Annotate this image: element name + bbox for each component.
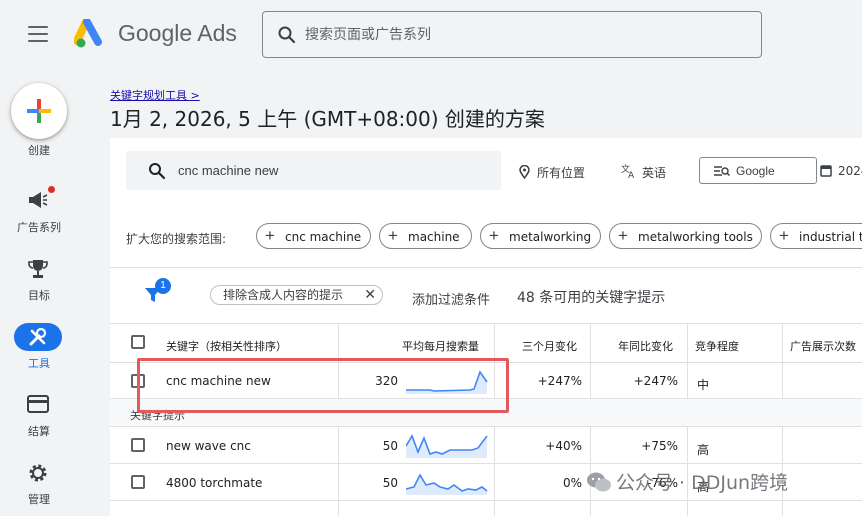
gear-icon[interactable] bbox=[27, 462, 49, 484]
megaphone-icon[interactable] bbox=[27, 190, 49, 210]
expand-chip[interactable]: +industrial to bbox=[770, 223, 862, 249]
notification-dot bbox=[48, 186, 55, 193]
nav-campaigns-label[interactable]: 广告系列 bbox=[0, 219, 78, 235]
row-avg: 50 bbox=[382, 476, 398, 490]
wrench-icon bbox=[29, 327, 47, 346]
row-three-month: +40% bbox=[545, 439, 582, 453]
credit-card-icon[interactable] bbox=[27, 395, 49, 413]
col-avg-searches[interactable]: 平均每月搜索量 bbox=[402, 338, 479, 354]
row-competition: 中 bbox=[697, 378, 710, 392]
breadcrumb[interactable]: 关键字规划工具 > bbox=[110, 87, 200, 103]
row-keyword: new wave cnc bbox=[166, 439, 251, 453]
sparkline bbox=[406, 473, 488, 495]
search-icon bbox=[278, 26, 296, 44]
nav-tools-label[interactable]: 工具 bbox=[0, 355, 78, 371]
select-all-checkbox[interactable] bbox=[131, 335, 145, 349]
nav-create-label: 创建 bbox=[28, 144, 50, 157]
google-ads-logo bbox=[74, 19, 102, 48]
wechat-icon bbox=[587, 472, 611, 492]
global-search-input[interactable] bbox=[305, 22, 745, 48]
keyword-count: 48 条可用的关键字提示 bbox=[517, 290, 666, 306]
page-title: 1月 2, 2026, 5 上午 (GMT+08:00) 创建的方案 bbox=[110, 107, 545, 131]
expand-search-label: 扩大您的搜索范围: bbox=[126, 232, 227, 246]
expand-chip[interactable]: + metalworking bbox=[480, 223, 601, 249]
col-three-month[interactable]: 三个月变化 bbox=[522, 338, 577, 354]
create-button[interactable] bbox=[11, 83, 67, 139]
search-engine-selector[interactable]: Google bbox=[699, 157, 817, 184]
filter-count-badge: 1 bbox=[155, 278, 171, 294]
row-checkbox[interactable] bbox=[131, 475, 145, 489]
nav-admin-label[interactable]: 管理 bbox=[0, 491, 78, 507]
highlight-box bbox=[137, 358, 509, 413]
table-header: 关键字（按相关性排序） 平均每月搜索量 三个月变化 年同比变化 竞争程度 广告展… bbox=[110, 323, 862, 363]
watermark-text: 公众号 · DDJun跨境 bbox=[616, 472, 789, 494]
global-search[interactable] bbox=[262, 11, 762, 58]
language-selector[interactable]: 英语 bbox=[642, 164, 666, 181]
table-row bbox=[110, 501, 862, 516]
exclude-adult-chip[interactable]: 排除含成人内容的提示 ✕ bbox=[210, 285, 383, 305]
plus-icon bbox=[27, 99, 51, 123]
nav-billing-label[interactable]: 结算 bbox=[0, 423, 78, 439]
nav-goals-label[interactable]: 目标 bbox=[0, 287, 78, 303]
col-competition[interactable]: 竞争程度 bbox=[695, 338, 739, 354]
plus-icon: + bbox=[388, 226, 398, 245]
svg-text:A: A bbox=[628, 171, 635, 179]
top-bar: Google Ads bbox=[0, 0, 862, 68]
location-pin-icon bbox=[519, 165, 530, 179]
row-three-month: +247% bbox=[537, 374, 582, 388]
col-yoy[interactable]: 年同比变化 bbox=[618, 338, 673, 354]
row-avg: 50 bbox=[382, 439, 398, 453]
plus-icon: + bbox=[618, 226, 628, 245]
trophy-icon[interactable] bbox=[27, 258, 49, 280]
plus-icon: + bbox=[779, 226, 789, 245]
brand-name: Google Ads bbox=[118, 20, 237, 46]
row-checkbox[interactable] bbox=[131, 438, 145, 452]
keyword-search-value[interactable]: cnc machine new bbox=[178, 163, 278, 178]
expand-chip[interactable]: + machine bbox=[379, 223, 472, 249]
filter-bar: 1 排除含成人内容的提示 ✕ 添加过滤条件 48 条可用的关键字提示 bbox=[110, 267, 862, 323]
plus-icon: + bbox=[489, 226, 499, 245]
location-selector[interactable]: 所有位置 bbox=[537, 164, 585, 181]
left-nav: 创建 广告系列 目标 工具 结算 管理 bbox=[0, 68, 78, 516]
search-icon bbox=[149, 163, 166, 180]
date-range-selector[interactable]: 2024 bbox=[838, 164, 862, 178]
row-keyword: 4800 torchmate bbox=[166, 476, 263, 490]
sparkline bbox=[406, 434, 488, 458]
plus-icon: + bbox=[265, 226, 275, 245]
planner-panel: cnc machine new 所有位置 文 A 英语 Google 2024 … bbox=[110, 138, 862, 516]
search-engine-value: Google bbox=[736, 164, 775, 178]
table-row: new wave cnc 50 +40% +75% 高 bbox=[110, 427, 862, 464]
keyword-search[interactable]: cnc machine new bbox=[126, 151, 501, 190]
nav-tools-active[interactable] bbox=[14, 323, 62, 351]
col-impressions[interactable]: 广告展示次数 bbox=[790, 338, 856, 354]
row-yoy: +75% bbox=[641, 439, 678, 453]
translate-icon: 文 A bbox=[621, 163, 635, 179]
exclude-adult-label: 排除含成人内容的提示 bbox=[223, 288, 344, 302]
expand-chip[interactable]: + metalworking tools bbox=[609, 223, 762, 249]
search-list-icon bbox=[714, 166, 730, 177]
expand-chip[interactable]: + cnc machine bbox=[256, 223, 371, 249]
row-yoy: +247% bbox=[633, 374, 678, 388]
col-keyword[interactable]: 关键字（按相关性排序） bbox=[166, 338, 287, 354]
close-icon[interactable]: ✕ bbox=[364, 286, 376, 304]
row-competition: 高 bbox=[697, 443, 710, 457]
row-three-month: 0% bbox=[562, 476, 582, 490]
calendar-icon bbox=[820, 165, 832, 177]
add-filter-button[interactable]: 添加过滤条件 bbox=[412, 289, 490, 308]
menu-icon[interactable] bbox=[28, 26, 48, 42]
